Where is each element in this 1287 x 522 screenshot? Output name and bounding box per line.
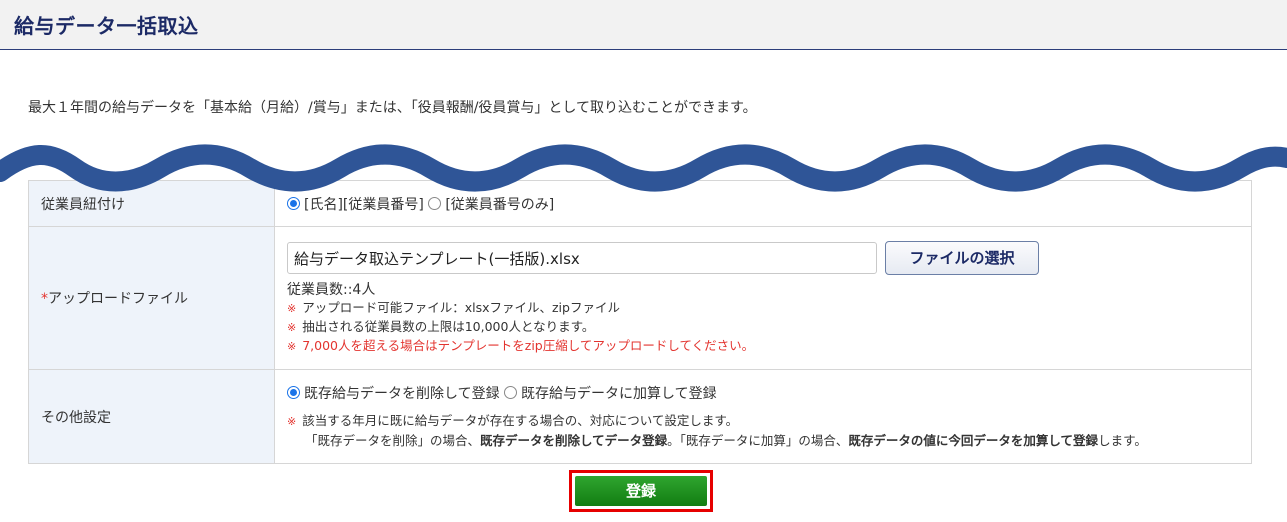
submit-highlight: 登録 xyxy=(569,470,713,512)
required-mark: * xyxy=(41,291,48,307)
radio-unselected-icon[interactable] xyxy=(504,386,518,399)
upload-file-cell: 給与データ取込テンプレート(一括版).xlsx ファイルの選択 従業員数::4人 … xyxy=(274,226,1252,370)
radio-selected-icon[interactable] xyxy=(287,386,300,399)
other-note-1: ※ 該当する年月に既に給与データが存在する場合の、対応について設定します。 xyxy=(287,413,739,428)
other-settings-label: その他設定 xyxy=(28,369,275,464)
other-note-2: 「既存データを削除」の場合、既存データを削除してデータ登録。「既存データに加算」… xyxy=(305,433,1147,448)
submit-button[interactable]: 登録 xyxy=(575,476,707,506)
employee-count: 従業員数::4人 xyxy=(287,281,376,298)
upload-note-3: ※ 7,000人を超える場合はテンプレートをzip圧縮してアップロードしてください… xyxy=(287,337,755,353)
wave-divider xyxy=(0,144,1287,192)
intro-text: 最大１年間の給与データを「基本給（月給）/賞与」または、「役員報酬/役員賞与」と… xyxy=(28,100,757,116)
upload-file-label: *アップロードファイル xyxy=(28,226,275,370)
other-settings-cell: 既存給与データを削除して登録 既存給与データに加算して登録 ※ 該当する年月に既に… xyxy=(274,369,1252,464)
file-name-input[interactable]: 給与データ取込テンプレート(一括版).xlsx xyxy=(287,241,877,274)
page-header: 給与データ一括取込 xyxy=(0,0,1287,50)
upload-note-2: ※ 抽出される従業員数の上限は10,000人となります。 xyxy=(287,318,595,334)
file-select-button[interactable]: ファイルの選択 xyxy=(885,240,1039,275)
other-radio-delete[interactable]: 既存給与データを削除して登録 xyxy=(287,386,500,402)
page-title: 給与データ一括取込 xyxy=(14,14,199,38)
import-form: 従業員紐付け [氏名][従業員番号] [従業員番号のみ] *アップロードファイル… xyxy=(28,180,1252,464)
upload-note-1: ※ アップロード可能ファイル：xlsxファイル、zipファイル xyxy=(287,299,620,315)
wave-shape xyxy=(0,144,1287,192)
other-radio-add[interactable]: 既存給与データに加算して登録 xyxy=(504,386,717,402)
